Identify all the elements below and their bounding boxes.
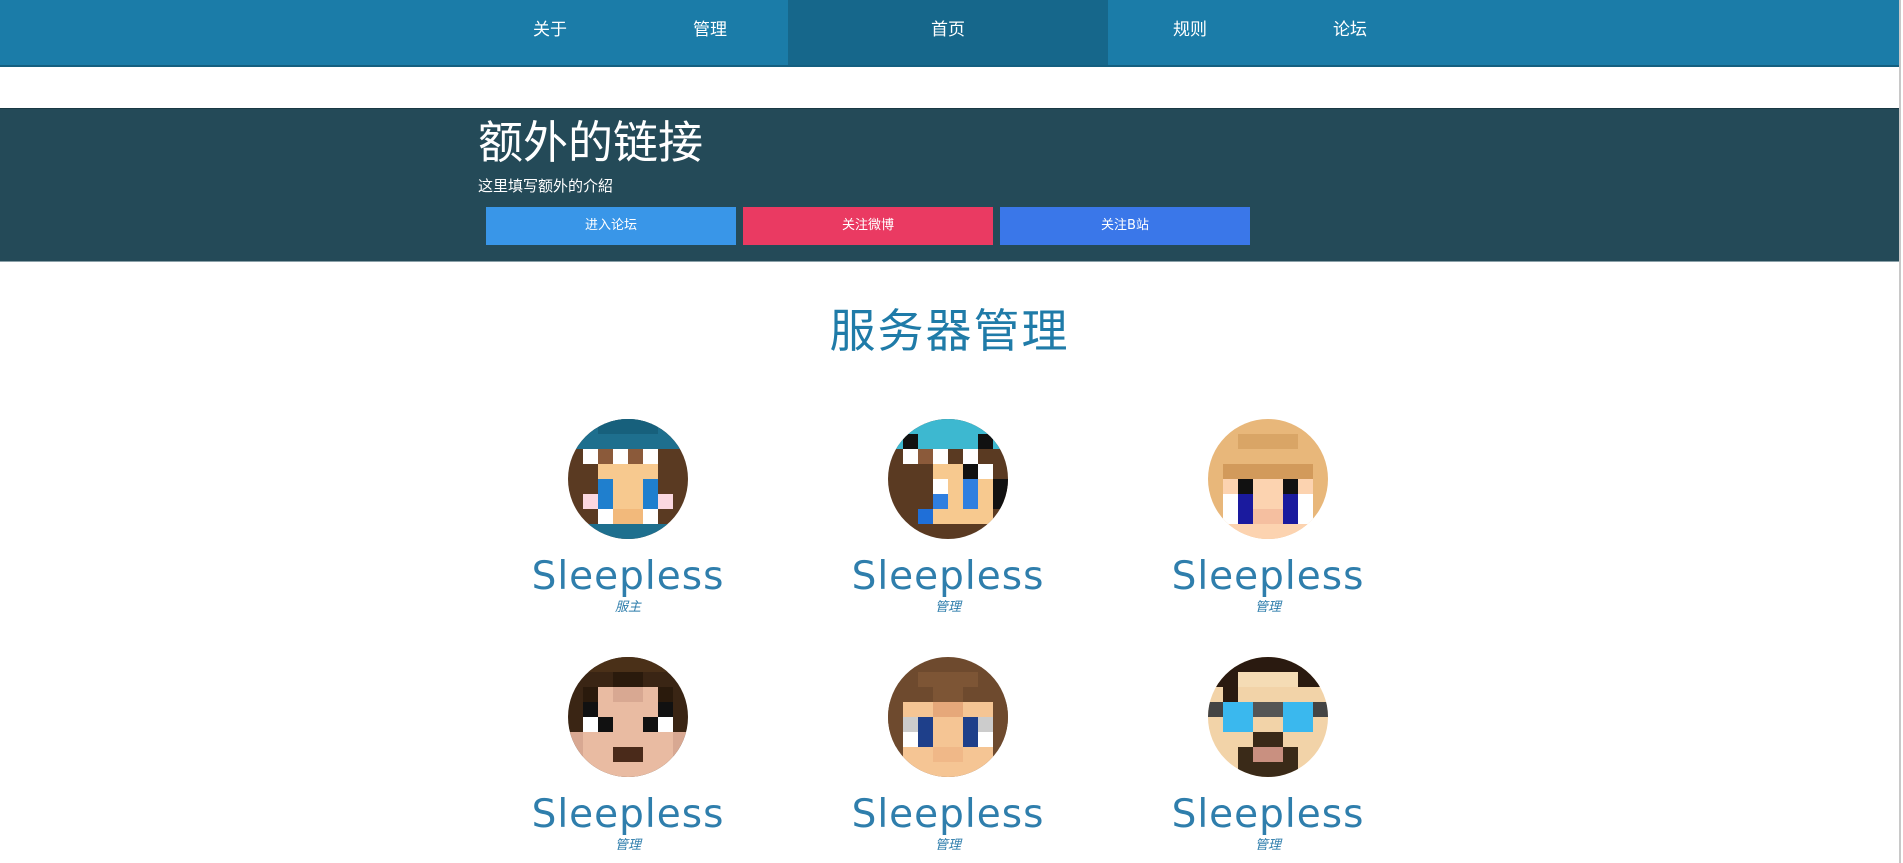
pixel-avatar-dark-hair-icon: [568, 657, 688, 777]
page: 关于 管理 首页 规则 论坛 额外的链接 这里填写额外的介紹 进入论坛 关注微博…: [0, 0, 1903, 863]
nav-item-about[interactable]: 关于: [500, 0, 600, 65]
follow-weibo-button[interactable]: 关注微博: [743, 207, 993, 245]
staff-section-title: 服务器管理: [829, 304, 1070, 358]
member-role: 管理: [934, 600, 961, 615]
staff-card: Sleepless 管理: [1148, 657, 1388, 852]
member-name: Sleepless: [1171, 554, 1365, 599]
member-role: 管理: [1254, 838, 1281, 853]
member-name: Sleepless: [531, 792, 725, 837]
pixel-avatar-brown-hair-icon: [888, 657, 1008, 777]
member-name: Sleepless: [851, 554, 1045, 599]
enter-forum-button[interactable]: 进入论坛: [486, 207, 736, 245]
extra-links-title: 额外的链接: [478, 116, 704, 169]
top-nav: 关于 管理 首页 规则 论坛: [0, 0, 1899, 67]
member-name: Sleepless: [851, 792, 1045, 837]
member-name: Sleepless: [531, 554, 725, 599]
staff-card: Sleepless 服主: [508, 419, 748, 614]
pixel-avatar-goggles-icon: [1208, 657, 1328, 777]
nav-item-rules[interactable]: 规则: [1140, 0, 1240, 65]
member-role: 管理: [934, 838, 961, 853]
nav-item-admin[interactable]: 管理: [660, 0, 760, 65]
staff-card: Sleepless 管理: [828, 419, 1068, 614]
pixel-avatar-teal-hat-icon: [568, 419, 688, 539]
member-role: 管理: [614, 838, 641, 853]
extra-links-description: 这里填写额外的介紹: [478, 177, 614, 195]
member-role: 服主: [614, 600, 641, 615]
page-scroll-area[interactable]: 关于 管理 首页 规则 论坛 额外的链接 这里填写额外的介紹 进入论坛 关注微博…: [0, 0, 1901, 863]
follow-bilibili-button[interactable]: 关注B站: [1000, 207, 1250, 245]
staff-card: Sleepless 管理: [1148, 419, 1388, 614]
member-role: 管理: [1254, 600, 1281, 615]
member-name: Sleepless: [1171, 792, 1365, 837]
nav-item-forum[interactable]: 论坛: [1300, 0, 1400, 65]
staff-card: Sleepless 管理: [828, 657, 1068, 852]
extra-links-section: 额外的链接 这里填写额外的介紹 进入论坛 关注微博 关注B站: [0, 108, 1899, 262]
pixel-avatar-blonde-icon: [1208, 419, 1328, 539]
pixel-avatar-cyan-hat-icon: [888, 419, 1008, 539]
nav-item-home[interactable]: 首页: [788, 0, 1108, 65]
staff-card: Sleepless 管理: [508, 657, 748, 852]
